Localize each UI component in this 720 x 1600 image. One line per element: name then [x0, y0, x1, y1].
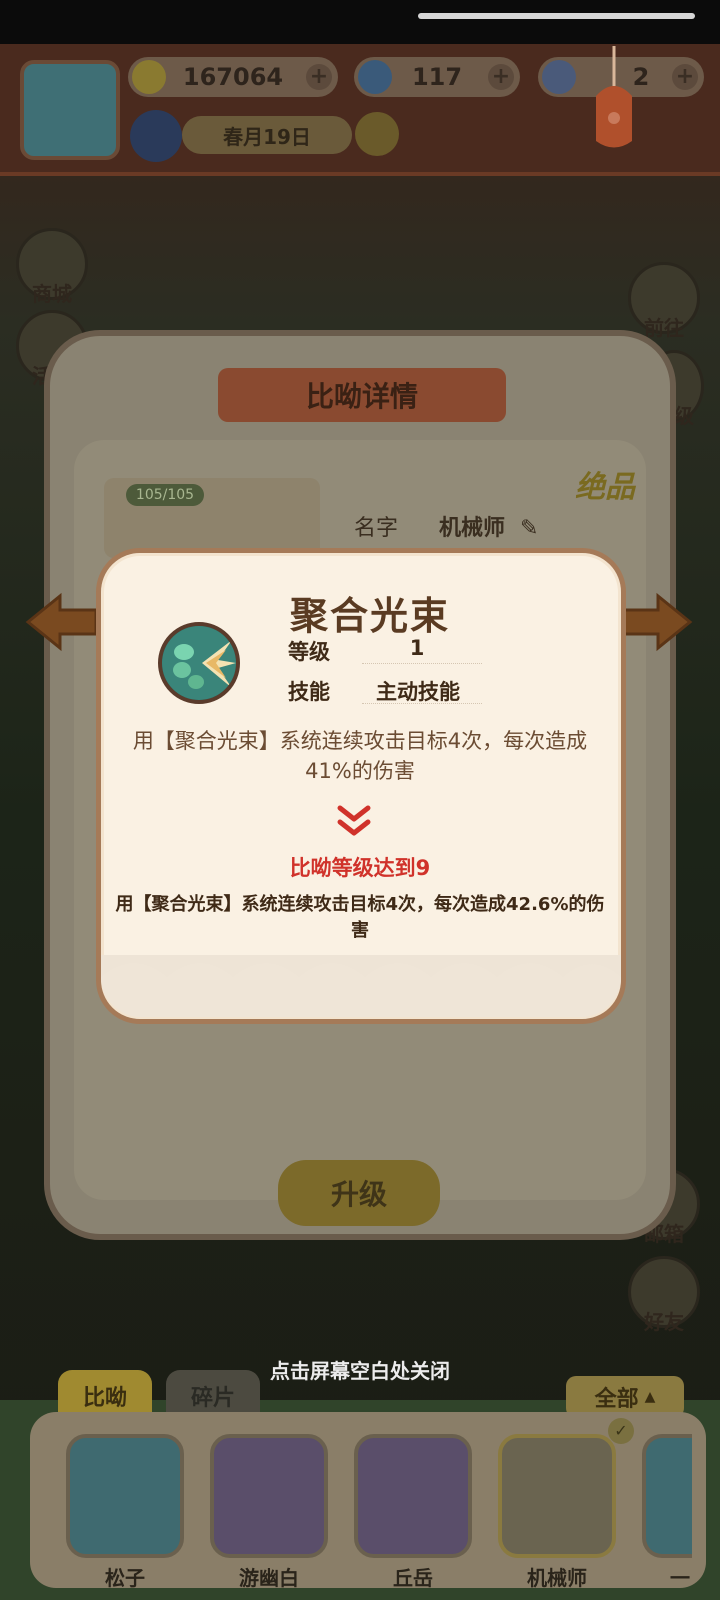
- skill-type: 主动技能: [376, 680, 460, 704]
- friends-button[interactable]: 好友: [628, 1256, 700, 1334]
- name-row: 名字 机械师 ✎: [336, 510, 538, 542]
- add-ticket-button[interactable]: +: [672, 64, 698, 90]
- next-effect-description: 用【聚合光束】系统连续攻击目标4次，每次造成42.6%的伤害: [115, 894, 605, 941]
- ticket-icon: [542, 60, 576, 94]
- add-banana-button[interactable]: +: [306, 64, 332, 90]
- roster-card-partial[interactable]: [642, 1434, 692, 1558]
- system-status-bar: [0, 0, 720, 44]
- current-effect-description: 用【聚合光束】系统连续攻击目标4次，每次造成41%的伤害: [132, 729, 588, 783]
- upgrade-condition: 比呦等级达到9: [289, 856, 431, 880]
- popup-wave-footer: [101, 955, 621, 1017]
- detail-panel-title: 比呦详情: [218, 368, 506, 422]
- roster-card-jixieshi[interactable]: [498, 1434, 616, 1558]
- skill-underline: [362, 703, 482, 704]
- calendar-date[interactable]: 春月19日: [182, 116, 352, 154]
- player-avatar[interactable]: [20, 60, 120, 160]
- flame-icon: [358, 60, 392, 94]
- banana-currency: 167064 +: [128, 57, 338, 97]
- roster-name: 一: [670, 1566, 690, 1590]
- roster-name: 松子: [105, 1566, 145, 1590]
- moon-icon: [355, 112, 399, 156]
- day-night-icon: [130, 110, 182, 162]
- add-flame-button[interactable]: +: [488, 64, 514, 90]
- banana-icon: [132, 60, 166, 94]
- level-underline: [362, 663, 482, 664]
- upgrade-button[interactable]: 升级: [278, 1160, 440, 1226]
- roster-card-qiuyue[interactable]: [354, 1434, 472, 1558]
- level-label: 等级: [288, 640, 330, 664]
- chevron-up-icon: ▲: [644, 1389, 656, 1405]
- next-character-arrow[interactable]: [618, 592, 698, 652]
- name-value: 机械师: [439, 516, 506, 541]
- roster-name: 机械师: [527, 1566, 587, 1590]
- previous-character-arrow[interactable]: [20, 592, 100, 652]
- roster-card-youyoubai[interactable]: [210, 1434, 328, 1558]
- goto-button[interactable]: 前往: [628, 262, 700, 340]
- roster-name: 丘岳: [393, 1566, 433, 1590]
- selected-check-icon: ✓: [608, 1418, 634, 1444]
- shop-button[interactable]: 商城: [16, 228, 88, 306]
- fragment-count: 105/105: [126, 484, 204, 506]
- name-label: 名字: [354, 516, 399, 541]
- roster-card-songzi[interactable]: [66, 1434, 184, 1558]
- edit-pencil-icon[interactable]: ✎: [520, 516, 538, 541]
- skill-name: 聚合光束: [289, 594, 450, 638]
- status-indicator-pill: [418, 13, 695, 19]
- skill-label: 技能: [288, 680, 330, 704]
- flame-count: 117: [411, 63, 463, 91]
- level-value: 1: [409, 636, 425, 660]
- banana-count: 167064: [182, 63, 284, 91]
- flame-currency: 117 +: [354, 57, 520, 97]
- close-hint: 点击屏幕空白处关闭: [270, 1359, 450, 1383]
- rarity-badge: 绝品: [575, 470, 635, 505]
- hanging-tag-icon[interactable]: [586, 46, 642, 156]
- date-text: 春月19日: [223, 124, 311, 149]
- double-chevron-down-icon: [337, 805, 371, 836]
- skill-beam-icon: [158, 622, 240, 704]
- roster-name: 游幽白: [239, 1566, 299, 1590]
